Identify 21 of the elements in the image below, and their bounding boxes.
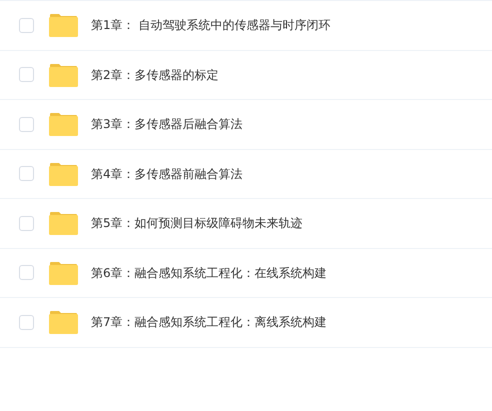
folder-icon (49, 162, 78, 186)
checkbox[interactable] (19, 265, 34, 280)
checkbox[interactable] (19, 116, 34, 132)
checkbox[interactable] (19, 314, 34, 330)
chapter-title[interactable]: 第1章： 自动驾驶系统中的传感器与时序闭环 (91, 16, 330, 34)
folder-icon (49, 310, 78, 334)
chapter-title[interactable]: 第4章：多传感器前融合算法 (91, 164, 243, 183)
folder-icon (49, 211, 78, 236)
folder-icon (49, 62, 78, 87)
chapter-title[interactable]: 第2章：多传感器的标定 (91, 66, 219, 84)
checkbox[interactable] (19, 216, 34, 231)
checkbox[interactable] (19, 18, 34, 33)
folder-icon (49, 13, 78, 38)
folder-icon (49, 260, 78, 285)
checkbox[interactable] (19, 166, 34, 182)
folder-icon (49, 112, 78, 136)
chapter-title[interactable]: 第5章：如何预测目标级障碍物未来轨迹 (91, 214, 303, 232)
chapter-title[interactable]: 第6章：融合感知系统工程化：在线系统构建 (91, 264, 327, 282)
chapter-title[interactable]: 第3章：多传感器后融合算法 (91, 115, 243, 134)
chapter-title[interactable]: 第7章：融合感知系统工程化：离线系统构建 (91, 313, 327, 332)
checkbox[interactable] (19, 67, 34, 82)
